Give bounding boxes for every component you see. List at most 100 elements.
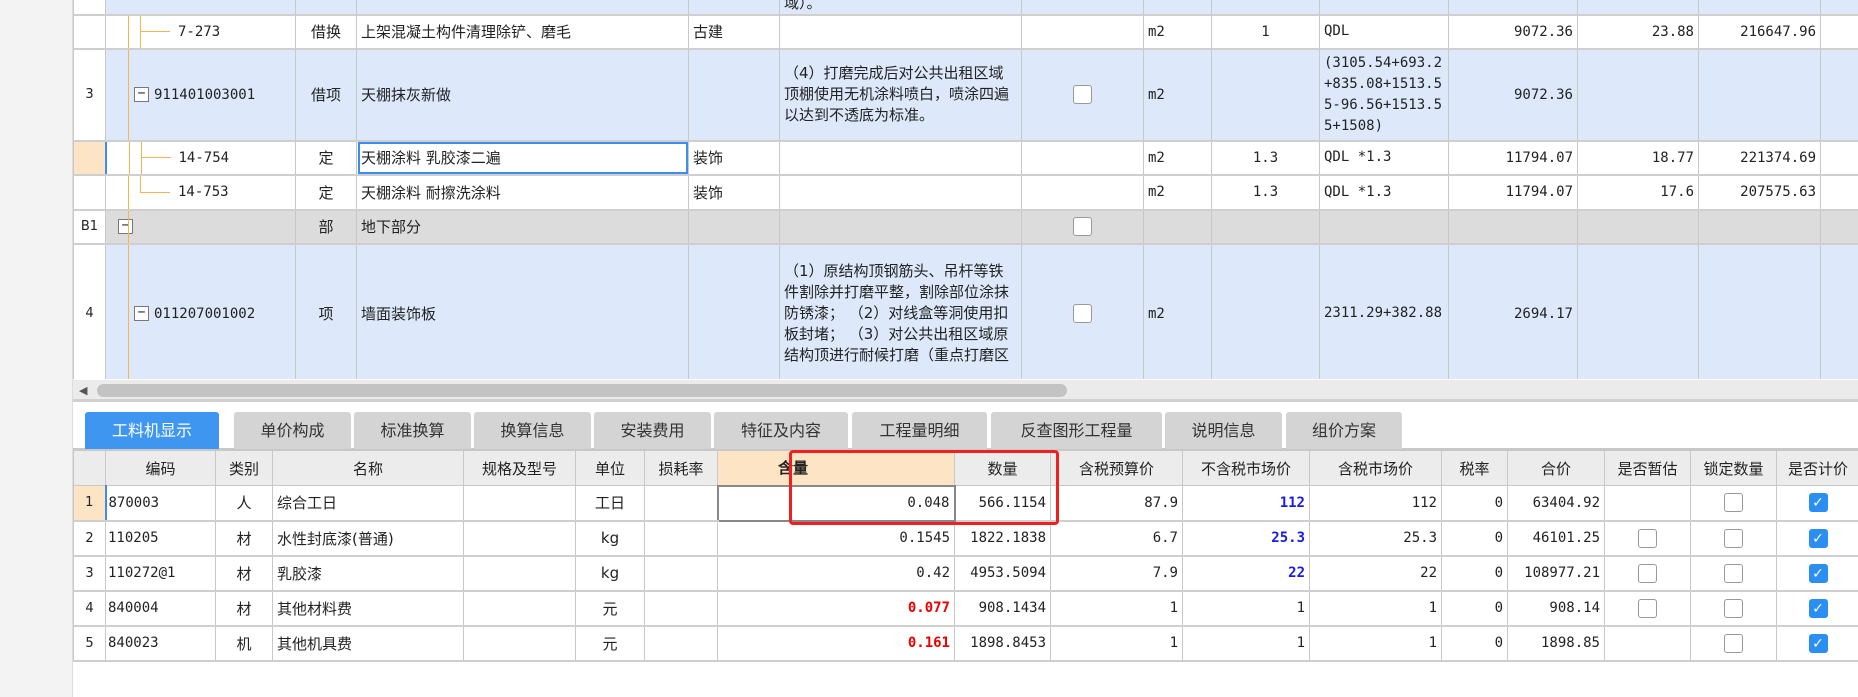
quantity-expression[interactable]: QDL *1.3 bbox=[1319, 140, 1449, 176]
column-header[interactable]: 是否暂估 bbox=[1604, 450, 1691, 486]
priced-checkbox-cell[interactable]: ✓ bbox=[1776, 625, 1858, 662]
content-quantity[interactable]: 0.1545 bbox=[717, 520, 955, 557]
loss-rate[interactable] bbox=[644, 520, 718, 557]
checkbox-cell[interactable] bbox=[1021, 14, 1144, 50]
item-description[interactable]: 域）。 bbox=[779, 0, 1022, 16]
specialty[interactable] bbox=[688, 48, 780, 142]
qty-factor[interactable]: 1 bbox=[1211, 14, 1320, 50]
unit-price[interactable]: 23.88 bbox=[1577, 14, 1699, 50]
priced-checkbox[interactable]: ✓ bbox=[1808, 633, 1828, 653]
row-number[interactable] bbox=[73, 0, 106, 16]
tax-excl-market-price[interactable]: 1 bbox=[1182, 625, 1310, 662]
collapse-toggle-icon[interactable]: − bbox=[134, 87, 149, 102]
resource-row[interactable]: 1 870003 人综合工日 工日 0.048 566.1154 87.9 112 112 0 63… bbox=[73, 484, 1858, 522]
total-price[interactable] bbox=[1698, 0, 1821, 16]
tab-3[interactable]: 换算信息 bbox=[474, 412, 591, 449]
total-price[interactable] bbox=[1698, 209, 1821, 245]
column-header[interactable]: 单位 bbox=[575, 450, 645, 486]
tax-excl-market-price[interactable]: 1 bbox=[1182, 590, 1310, 627]
unit-price[interactable] bbox=[1577, 209, 1699, 245]
column-header[interactable]: 数量 bbox=[954, 450, 1051, 486]
quantity[interactable]: 566.1154 bbox=[954, 485, 1051, 522]
loss-rate[interactable] bbox=[644, 485, 718, 522]
quantity-expression[interactable] bbox=[1319, 0, 1449, 16]
quantity[interactable] bbox=[1448, 0, 1578, 16]
qty-factor[interactable] bbox=[1211, 48, 1320, 142]
lock-quantity-checkbox[interactable] bbox=[1724, 563, 1743, 583]
qty-factor[interactable] bbox=[1211, 209, 1320, 245]
item-code[interactable]: 14-753 bbox=[105, 174, 296, 211]
column-header[interactable] bbox=[73, 450, 106, 486]
resource-type[interactable]: 机 bbox=[215, 625, 273, 662]
resource-type[interactable]: 材 bbox=[215, 555, 273, 592]
bill-row[interactable]: 4−011207001002 项墙面装饰板 （1）原结构顶钢筋头、吊杆等铁件割除并打… bbox=[73, 243, 1858, 379]
specialty[interactable] bbox=[688, 209, 780, 245]
unit[interactable]: kg bbox=[575, 555, 645, 592]
priced-checkbox-cell[interactable]: ✓ bbox=[1776, 485, 1858, 522]
loss-rate[interactable] bbox=[644, 555, 718, 592]
tax-incl-market-price[interactable]: 1 bbox=[1309, 590, 1442, 627]
tab-2[interactable]: 标准换算 bbox=[354, 412, 471, 449]
tax-excl-market-price[interactable]: 112 bbox=[1182, 485, 1310, 522]
priced-checkbox[interactable]: ✓ bbox=[1808, 598, 1828, 618]
lock-quantity-checkbox[interactable] bbox=[1724, 528, 1743, 548]
provisional-checkbox-cell[interactable] bbox=[1604, 625, 1691, 662]
quantity-expression[interactable]: QDL bbox=[1319, 14, 1449, 50]
tax-incl-market-price[interactable]: 1 bbox=[1309, 625, 1442, 662]
item-name[interactable]: 天棚涂料 乳胶漆二遍 bbox=[356, 140, 689, 176]
resource-code[interactable]: 840023 bbox=[105, 625, 216, 662]
item-type[interactable]: 部 bbox=[295, 209, 357, 245]
checkbox[interactable] bbox=[1073, 217, 1092, 236]
content-quantity[interactable]: 0.048 bbox=[716, 484, 956, 522]
lock-quantity-checkbox[interactable] bbox=[1724, 598, 1743, 618]
lock-quantity-checkbox[interactable] bbox=[1724, 493, 1743, 513]
spec-model[interactable] bbox=[463, 485, 576, 522]
unit[interactable]: kg bbox=[575, 520, 645, 557]
item-type[interactable]: 借换 bbox=[295, 14, 357, 50]
quantity[interactable]: 1822.1838 bbox=[954, 520, 1051, 557]
row-number[interactable]: 3 bbox=[73, 555, 106, 592]
loss-rate[interactable] bbox=[644, 625, 718, 662]
item-type[interactable]: 定 bbox=[295, 140, 357, 176]
lock-quantity-checkbox-cell[interactable] bbox=[1690, 555, 1777, 592]
resource-name[interactable]: 水性封底漆(普通) bbox=[272, 520, 464, 557]
tab-9[interactable]: 组价方案 bbox=[1286, 412, 1402, 449]
column-header[interactable]: 含税预算价 bbox=[1050, 450, 1183, 486]
row-number[interactable]: 1 bbox=[73, 485, 107, 522]
unit[interactable]: m2 bbox=[1143, 140, 1212, 176]
item-name[interactable]: 墙面装饰板 bbox=[356, 243, 689, 379]
tax-excl-market-price[interactable]: 25.3 bbox=[1182, 520, 1310, 557]
content-quantity[interactable]: 0.42 bbox=[717, 555, 955, 592]
quantity[interactable]: 4953.5094 bbox=[954, 555, 1051, 592]
tax-incl-budget-price[interactable]: 87.9 bbox=[1050, 485, 1183, 522]
lock-quantity-checkbox-cell[interactable] bbox=[1690, 520, 1777, 557]
row-number[interactable] bbox=[73, 174, 106, 211]
item-type[interactable] bbox=[295, 0, 357, 16]
total-price[interactable]: 108977.21 bbox=[1507, 555, 1605, 592]
row-number[interactable] bbox=[73, 14, 106, 50]
column-header[interactable]: 税率 bbox=[1441, 450, 1508, 486]
checkbox-cell[interactable] bbox=[1021, 209, 1144, 245]
specialty[interactable]: 装饰 bbox=[688, 140, 780, 176]
item-code[interactable] bbox=[105, 0, 296, 16]
bill-row[interactable]: 7-273 借换 上架混凝土构件清理除铲、磨毛 古建 m2 1 QDL 9072.36 23.8… bbox=[73, 14, 1858, 50]
quantity-expression[interactable]: 2311.29+382.88 bbox=[1319, 243, 1449, 379]
item-type[interactable]: 定 bbox=[295, 174, 357, 211]
tab-1[interactable]: 单价构成 bbox=[234, 412, 351, 449]
unit[interactable]: 元 bbox=[575, 625, 645, 662]
quantity[interactable] bbox=[1448, 209, 1578, 245]
provisional-checkbox[interactable] bbox=[1638, 563, 1657, 583]
tax-incl-budget-price[interactable]: 1 bbox=[1050, 590, 1183, 627]
priced-checkbox[interactable]: ✓ bbox=[1808, 493, 1828, 513]
unit[interactable]: 元 bbox=[575, 590, 645, 627]
spec-model[interactable] bbox=[463, 555, 576, 592]
item-description[interactable] bbox=[779, 209, 1022, 245]
resource-name[interactable]: 其他机具费 bbox=[272, 625, 464, 662]
bill-row[interactable]: 14-753 定天棚涂料 耐擦洗涂料 装饰 m2 1.3 QDL *1.3 11794.07… bbox=[73, 174, 1858, 211]
checkbox-cell[interactable] bbox=[1021, 0, 1144, 16]
provisional-checkbox-cell[interactable] bbox=[1604, 485, 1691, 522]
spec-model[interactable] bbox=[463, 625, 576, 662]
checkbox[interactable] bbox=[1073, 85, 1092, 104]
unit[interactable]: m2 bbox=[1143, 48, 1212, 142]
total-price[interactable]: 221374.69 bbox=[1698, 140, 1821, 176]
